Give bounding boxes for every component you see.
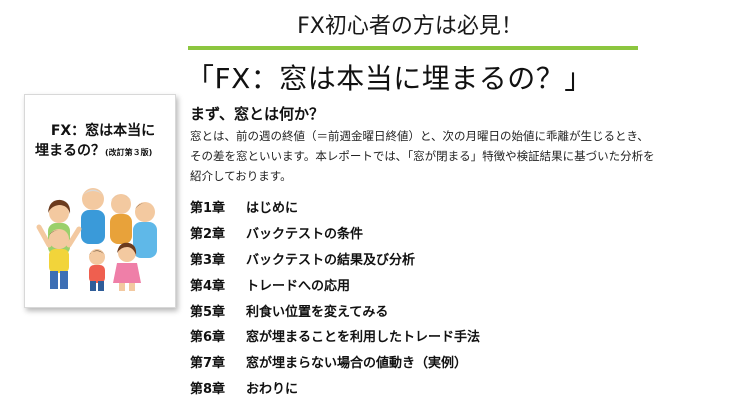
book-title-line2: 埋まるの？: [35, 143, 105, 159]
toc-item: 第2章 バックテストの条件: [190, 222, 480, 248]
toc-item: 第4章 トレードへの応用: [190, 274, 480, 300]
book-edition: (改訂第３版): [105, 148, 153, 157]
chapter-number: 第4章: [190, 278, 226, 294]
table-of-contents: 第1章 はじめに 第2章 バックテストの条件 第3章 バックテストの結果及び分析 第4…: [190, 196, 480, 403]
chapter-number: 第3章: [190, 252, 226, 268]
toc-item: 第7章 窓が埋まらない場合の値動き（実例）: [190, 351, 480, 377]
chapter-number: 第2章: [190, 226, 226, 242]
intro-line: 紹介しております。: [190, 169, 292, 183]
chapter-title: バックテストの条件: [246, 226, 364, 242]
family-illustration: [36, 188, 157, 291]
chapter-number: 第1章: [190, 201, 226, 216]
page-subtitle: FX初心者の方は必見！: [297, 14, 523, 39]
intro-body: 窓とは、前の週の終値（＝前週金曜日終値）と、次の月曜日の始値に乖離が生じるとき、…: [190, 126, 740, 186]
chapter-title: バックテストの結果及び分析: [246, 252, 416, 268]
page-title: 「FX：窓は本当に埋まるの？」: [186, 62, 593, 95]
chapter-title: 利食い位置を変えてみる: [246, 304, 389, 320]
chapter-title: はじめに: [246, 201, 299, 216]
toc-item: 第6章 窓が埋まることを利用したトレード手法: [190, 325, 480, 351]
toc-item: 第8章 おわりに: [190, 377, 480, 403]
toc-item: 第1章 はじめに: [190, 196, 480, 222]
chapter-number: 第8章: [190, 382, 226, 398]
toc-item: 第5章 利食い位置を変えてみる: [190, 300, 480, 326]
book-cover: FX：窓は本当に 埋まるの？(改訂第３版): [24, 94, 176, 308]
chapter-title: 窓が埋まることを利用したトレード手法: [246, 330, 481, 346]
intro-line: その差を窓といいます。本レポートでは､「窓が閉まる」特徴や検証結果に基づいた分析…: [190, 149, 655, 163]
chapter-title: 窓が埋まらない場合の値動き（実例）: [246, 356, 468, 372]
chapter-number: 第7章: [190, 356, 226, 372]
book-cover-title: FX：窓は本当に 埋まるの？(改訂第３版): [33, 121, 173, 163]
chapter-number: 第5章: [190, 304, 226, 320]
intro-heading: まず、窓とは何か？: [190, 105, 324, 123]
book-title-line1: FX：窓は本当に: [50, 123, 156, 139]
chapter-number: 第6章: [190, 330, 226, 346]
chapter-title: トレードへの応用: [246, 278, 351, 294]
toc-item: 第3章 バックテストの結果及び分析: [190, 248, 480, 274]
green-divider: [188, 46, 638, 50]
chapter-title: おわりに: [246, 382, 299, 398]
intro-line: 窓とは、前の週の終値（＝前週金曜日終値）と、次の月曜日の始値に乖離が生じるとき、: [190, 129, 649, 143]
book-title-line2-wrap: 埋まるの？(改訂第３版): [33, 141, 173, 163]
